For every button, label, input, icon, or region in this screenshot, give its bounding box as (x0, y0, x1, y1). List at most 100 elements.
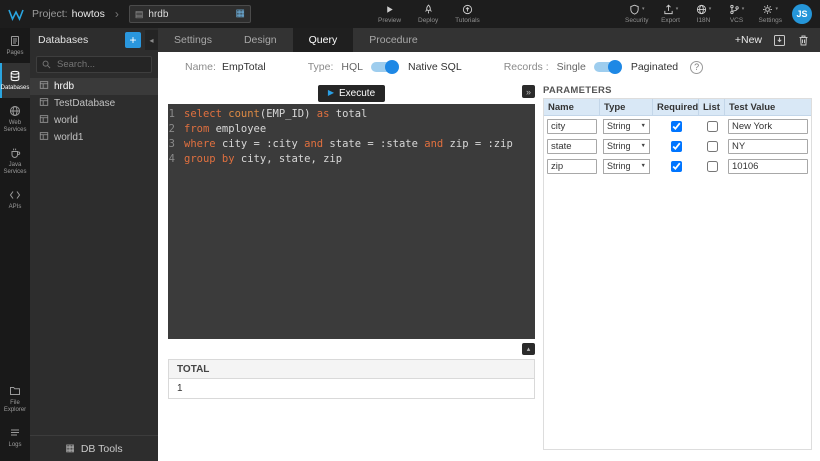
parameters-column-header: Test Value (725, 99, 811, 115)
type-option-hql[interactable]: HQL (341, 61, 363, 73)
tab-settings[interactable]: Settings (158, 28, 228, 52)
search-input[interactable] (55, 58, 146, 71)
sidebar-item-logs[interactable]: Logs (0, 420, 30, 455)
topbar-vcs-button[interactable]: ▾VCS (724, 4, 750, 24)
sql-editor[interactable]: 1select count(EMP_ID) as total2from empl… (168, 104, 535, 339)
sidebar-item-apis[interactable]: APIs (0, 182, 30, 217)
sidebar-item-databases[interactable]: Databases (0, 63, 30, 98)
security-icon (629, 4, 640, 15)
param-name-input[interactable] (547, 159, 597, 174)
param-type-value: String (607, 121, 631, 131)
topbar-preview-button[interactable]: Preview (376, 4, 403, 24)
user-avatar[interactable]: JS (792, 4, 812, 24)
chevron-down-icon: ▾ (742, 7, 745, 12)
param-list-checkbox[interactable] (707, 121, 718, 132)
database-panel-header: Databases + ◂ (30, 28, 158, 52)
topbar-icon-label: I18N (697, 17, 711, 24)
table-icon (39, 97, 49, 110)
tab-procedure[interactable]: Procedure (353, 28, 433, 52)
param-test-value-input[interactable] (728, 119, 808, 134)
tutorials-icon (462, 4, 473, 15)
code-line: 3where city = :city and state = :state a… (168, 137, 535, 152)
type-option-native-sql[interactable]: Native SQL (408, 61, 462, 73)
sidebar-bottom-group: File Explorer Logs (0, 378, 30, 455)
add-database-button[interactable]: + (125, 32, 141, 48)
grid-icon[interactable]: ▦ (235, 9, 244, 19)
topbar-icon-label: Tutorials (455, 17, 480, 24)
database-list: hrdb TestDatabase world world1 (30, 78, 158, 146)
param-name-input[interactable] (547, 139, 597, 154)
execute-button[interactable]: ▶ Execute (318, 85, 385, 102)
records-toggle[interactable] (594, 62, 620, 72)
sidebar-item-pages[interactable]: Pages (0, 28, 30, 63)
param-list-checkbox[interactable] (707, 161, 718, 172)
parameter-row: String▼ (544, 116, 811, 136)
tab-query[interactable]: Query (293, 28, 354, 52)
param-required-checkbox[interactable] (671, 161, 682, 172)
code-token: :zip (487, 137, 512, 152)
topbar-security-button[interactable]: ▾Security (623, 4, 650, 24)
type-toggle[interactable] (371, 62, 397, 72)
param-type-select[interactable]: String▼ (603, 119, 650, 134)
code-token: where (184, 137, 222, 152)
code-token: select (184, 107, 228, 122)
param-list-checkbox[interactable] (707, 141, 718, 152)
db-tools-button[interactable]: ▦ DB Tools (30, 435, 158, 461)
param-test-value-input[interactable] (728, 139, 808, 154)
chevron-down-icon: ▼ (641, 143, 646, 149)
database-list-item[interactable]: world1 (30, 129, 158, 146)
records-option-single[interactable]: Single (557, 61, 586, 73)
database-name: hrdb (54, 81, 74, 92)
file-explorer-icon (9, 385, 21, 397)
name-label: Name: (185, 61, 216, 73)
collapse-panel-button[interactable]: ◂ (145, 30, 158, 50)
param-required-checkbox[interactable] (671, 141, 682, 152)
topbar-i18n-button[interactable]: ▾I18N (691, 4, 717, 24)
save-icon[interactable] (773, 34, 786, 47)
records-option-paginated[interactable]: Paginated (631, 61, 678, 73)
editor-toolbar: ▶ Execute » (168, 82, 535, 104)
export-icon (663, 4, 674, 15)
sidebar-item-label: Web Services (1, 120, 29, 134)
expand-panel-icon[interactable]: » (522, 85, 535, 98)
collapse-results-icon[interactable]: ▴ (522, 343, 535, 355)
sidebar-item-file-explorer[interactable]: File Explorer (0, 378, 30, 420)
line-number: 3 (168, 137, 184, 152)
table-icon: ▤ (135, 10, 144, 19)
param-required-checkbox[interactable] (671, 121, 682, 132)
topbar-export-button[interactable]: ▾Export (658, 4, 684, 24)
database-selector-value: hrdb (148, 9, 230, 20)
project-name[interactable]: howtos (72, 8, 105, 20)
param-test-value-input[interactable] (728, 159, 808, 174)
database-list-item[interactable]: world (30, 112, 158, 129)
param-type-select[interactable]: String▼ (603, 139, 650, 154)
tabbar: SettingsDesignQueryProcedure +New (158, 28, 820, 52)
database-list-item[interactable]: TestDatabase (30, 95, 158, 112)
topbar-tutorials-button[interactable]: Tutorials (453, 4, 482, 24)
code-token: state = (329, 137, 380, 152)
tab-design[interactable]: Design (228, 28, 293, 52)
topbar-deploy-button[interactable]: Deploy (415, 4, 441, 24)
param-name-input[interactable] (547, 119, 597, 134)
sidebar-item-java-services[interactable]: Java Services (0, 140, 30, 182)
db-panel-title: Databases (38, 34, 121, 46)
sidebar-item-web-services[interactable]: Web Services (0, 98, 30, 140)
database-list-item[interactable]: hrdb (30, 78, 158, 95)
line-number: 4 (168, 152, 184, 167)
param-type-select[interactable]: String▼ (603, 159, 650, 174)
database-panel: Databases + ◂ hrdb TestDatabase world world… (30, 28, 158, 461)
app-logo-icon[interactable] (8, 8, 24, 21)
db-tools-label: DB Tools (81, 443, 123, 455)
sidebar-item-label: Databases (1, 85, 30, 92)
editor-column: ▶ Execute » 1select count(EMP_ID) as tot… (168, 82, 535, 461)
new-button[interactable]: +New (735, 34, 762, 46)
trash-icon[interactable] (797, 34, 810, 47)
database-selector[interactable]: ▤ hrdb ▦ (129, 5, 251, 23)
sidebar-item-label: File Explorer (1, 400, 29, 414)
query-name-value[interactable]: EmpTotal (222, 61, 266, 73)
db-tools-icon: ▦ (65, 443, 74, 454)
database-name: world (54, 115, 78, 126)
code-token: employee (216, 122, 267, 137)
help-icon[interactable]: ? (690, 61, 703, 74)
topbar-settings-button[interactable]: ▾Settings (757, 4, 785, 24)
